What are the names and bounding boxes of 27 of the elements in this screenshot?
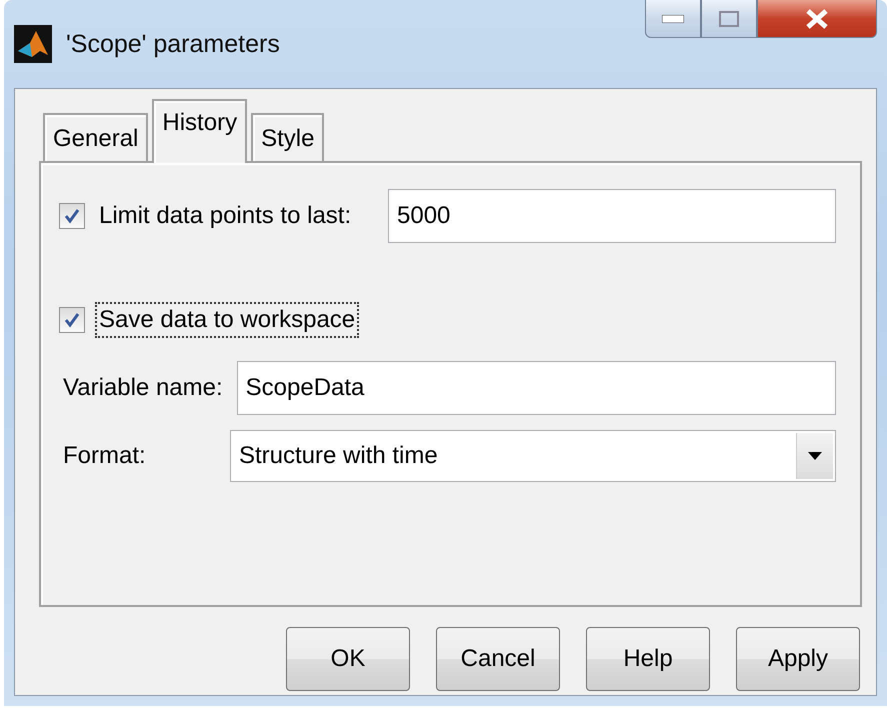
maximize-icon — [719, 10, 739, 26]
checkbox-label: Limit data points to last: — [98, 201, 352, 231]
minimize-icon — [662, 14, 684, 22]
checkmark-icon — [63, 207, 81, 225]
dialog-button[interactable]: Help — [586, 627, 710, 691]
tab[interactable]: History — [152, 99, 248, 163]
app-logo-icon — [14, 25, 52, 63]
dialog-button[interactable]: OK — [286, 627, 410, 691]
dropdown[interactable]: Structure with time — [230, 430, 836, 482]
close-icon — [804, 8, 830, 30]
tab[interactable]: General — [43, 113, 148, 161]
checkmark-icon — [63, 311, 81, 329]
caret-icon — [808, 452, 822, 460]
field-label: Variable name: — [62, 373, 224, 403]
dialog-button[interactable]: Apply — [736, 627, 860, 691]
checkbox[interactable] — [59, 203, 85, 229]
field-label: Format: — [62, 441, 147, 471]
minimize-button[interactable] — [645, 0, 701, 38]
maximize-button[interactable] — [701, 0, 757, 38]
input-field[interactable]: 5000 — [388, 189, 836, 243]
checkbox-label: Save data to workspace — [95, 302, 360, 338]
window-title: 'Scope' parameters — [66, 30, 280, 58]
input-field[interactable]: ScopeData — [236, 361, 836, 415]
tab[interactable]: Style — [251, 113, 324, 161]
dialog-button[interactable]: Cancel — [436, 627, 560, 691]
close-button[interactable] — [757, 0, 877, 38]
checkbox[interactable] — [59, 307, 85, 333]
